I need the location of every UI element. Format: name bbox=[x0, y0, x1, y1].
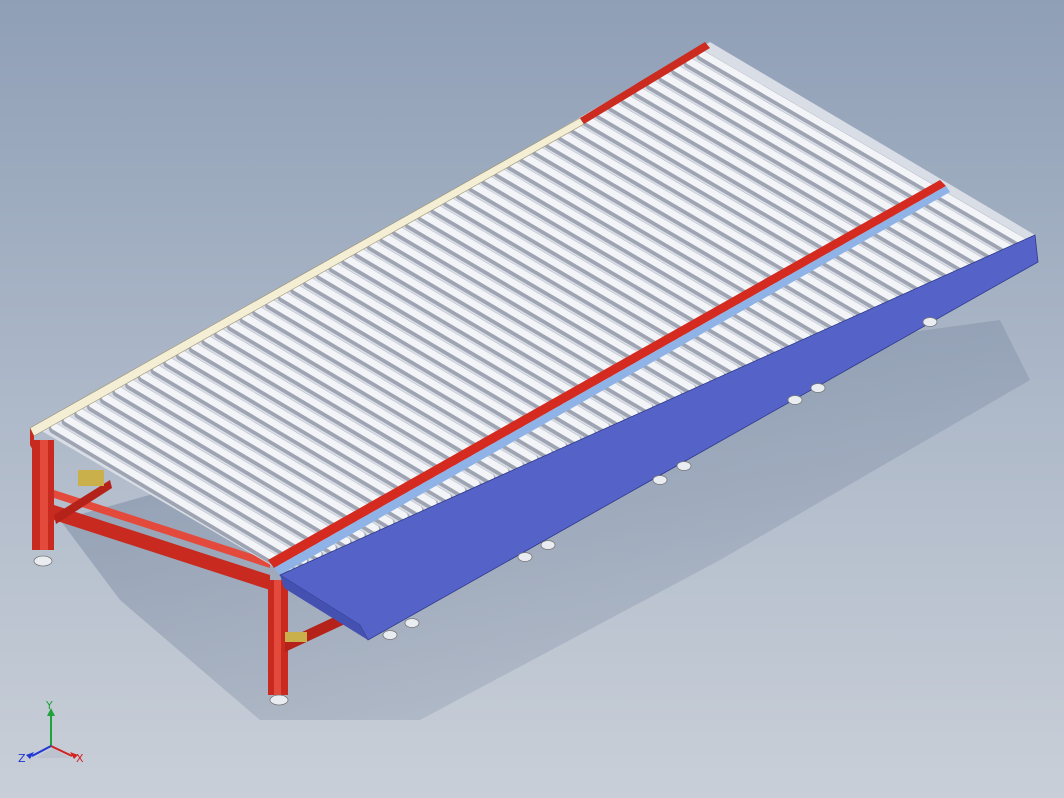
leveling-foot bbox=[810, 383, 826, 393]
y-axis-label: Y bbox=[45, 700, 53, 712]
cad-viewport[interactable]: Y X Z bbox=[0, 0, 1064, 798]
leveling-foot bbox=[382, 630, 398, 640]
x-axis-label: X bbox=[76, 752, 84, 765]
leveling-foot bbox=[922, 317, 938, 327]
z-axis-label: Z bbox=[18, 752, 26, 765]
roller-conveyor-model[interactable] bbox=[0, 0, 1064, 798]
leveling-foot bbox=[652, 475, 668, 485]
leveling-foot bbox=[676, 461, 692, 471]
leveling-foot bbox=[404, 618, 420, 628]
leveling-foot bbox=[540, 540, 556, 550]
leveling-foot bbox=[787, 395, 803, 405]
coordinate-triad: Y X Z bbox=[18, 700, 84, 765]
leveling-foot bbox=[517, 552, 533, 562]
